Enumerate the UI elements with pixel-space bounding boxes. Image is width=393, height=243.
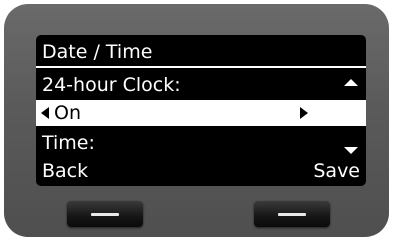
display-screen: Date / Time 24-hour Clock: On Time: Back… (36, 35, 366, 186)
title-divider (36, 66, 366, 68)
phone-device-body: Date / Time 24-hour Clock: On Time: Back… (4, 4, 389, 237)
back-hardware-button[interactable] (67, 201, 143, 227)
dash-icon (91, 213, 119, 216)
screen-title: Date / Time (42, 41, 153, 63)
back-softkey-label: Back (42, 160, 89, 182)
setting-label-24-hour-clock: 24-hour Clock: (42, 74, 181, 96)
save-softkey-label: Save (313, 160, 360, 182)
option-next-icon[interactable] (300, 107, 308, 119)
option-value: On (54, 102, 81, 124)
option-selector-24-hour-clock[interactable]: On (36, 100, 366, 126)
dash-icon (278, 213, 306, 216)
scroll-up-icon[interactable] (344, 79, 358, 86)
scroll-down-icon[interactable] (344, 147, 358, 154)
save-hardware-button[interactable] (254, 201, 330, 227)
option-prev-icon[interactable] (41, 107, 49, 119)
softkey-bar: Back Save (42, 159, 360, 183)
setting-label-time[interactable]: Time: (42, 131, 360, 155)
